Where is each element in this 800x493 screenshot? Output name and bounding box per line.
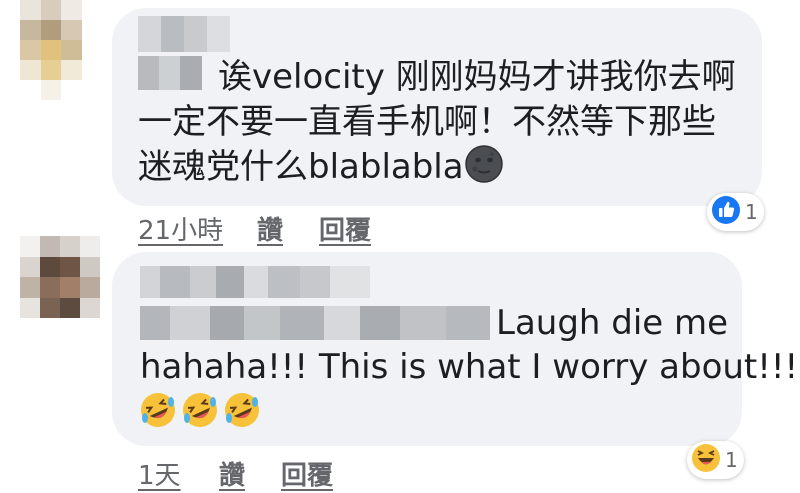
comment-emoji-row: [138, 390, 262, 435]
new-moon-face-icon: [464, 144, 504, 196]
reaction-badge[interactable]: 1: [707, 193, 764, 231]
reaction-badge[interactable]: 1: [687, 441, 744, 479]
rolling-on-floor-laughing-icon: [180, 390, 220, 435]
reaction-count: 1: [725, 448, 738, 472]
reply-link[interactable]: 回覆: [281, 455, 333, 492]
comment-text-line-3-text: 迷魂党什么blablabla: [138, 147, 464, 187]
comment-text-line-1: Laugh die me: [496, 303, 729, 343]
commenter-name-redacted[interactable]: [138, 16, 230, 52]
haha-reaction-icon: [691, 443, 721, 478]
comment-text-line-2: hahaha!!! This is what I worry about!!!: [140, 347, 799, 387]
rolling-on-floor-laughing-icon: [138, 390, 178, 435]
reply-link[interactable]: 回覆: [319, 210, 371, 247]
avatar[interactable]: [20, 236, 100, 318]
comment-text-line-3: 迷魂党什么blablabla: [138, 144, 504, 196]
comment-text-line-1: 诶velocity 刚刚妈妈才讲我你去啊: [218, 57, 736, 97]
like-reaction-icon: [711, 195, 741, 230]
comment-text-line-2: 一定不要一直看手机啊！不然等下那些: [138, 102, 716, 142]
comment-timestamp[interactable]: 1天: [138, 455, 181, 492]
commenter-name-redacted[interactable]: [140, 266, 370, 298]
comment-timestamp[interactable]: 21小時: [138, 210, 223, 247]
rolling-on-floor-laughing-icon: [222, 390, 262, 435]
avatar[interactable]: [20, 0, 82, 100]
reaction-count: 1: [745, 200, 758, 224]
commenter-name-redacted-2[interactable]: [138, 56, 202, 90]
like-link[interactable]: 讚: [257, 210, 283, 247]
like-link[interactable]: 讚: [219, 455, 245, 492]
commenter-name-redacted-2[interactable]: [140, 306, 490, 340]
